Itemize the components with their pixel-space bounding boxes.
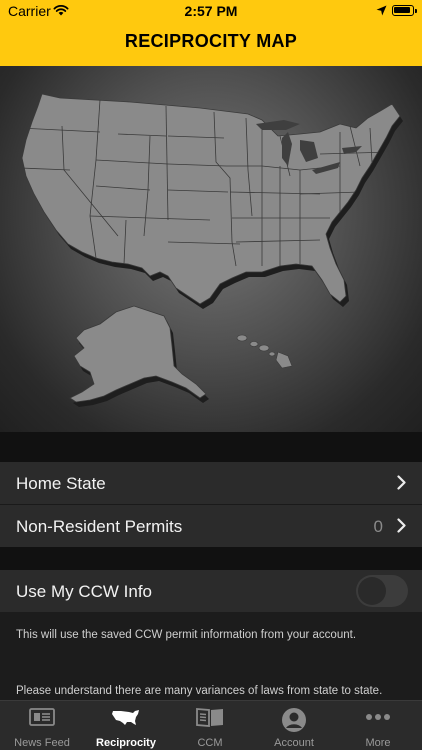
use-ccw-info-label: Use My CCW Info (16, 582, 153, 601)
variance-disclaimer: Please understand there are many varianc… (16, 685, 383, 697)
tab-ccm[interactable]: CCM (168, 701, 252, 750)
usa-map[interactable] (0, 66, 422, 432)
location-arrow-icon (376, 5, 387, 16)
non-resident-permits-row[interactable]: Non-Resident Permits 0 (0, 505, 422, 547)
section-gap (0, 432, 422, 462)
tab-news-feed-label: News Feed (14, 737, 70, 749)
hawaii[interactable] (236, 334, 293, 369)
ccw-info-description: This will use the saved CCW permit infor… (16, 629, 357, 641)
usa-map-icon (112, 710, 139, 725)
tab-reciprocity-label: Reciprocity (96, 737, 156, 749)
app-header: Carrier 2:57 PM RECIPROCITY MAP (0, 0, 422, 66)
clock: 2:57 PM (184, 3, 238, 19)
use-ccw-info-row: Use My CCW Info (0, 570, 422, 612)
tab-bar: News Feed Reciprocity CCM Account More (0, 700, 422, 750)
tab-ccm-label: CCM (197, 737, 223, 749)
page-title: RECIPROCITY MAP (124, 31, 298, 51)
user-avatar-icon (282, 708, 306, 732)
tab-more[interactable]: More (336, 701, 420, 750)
tab-news-feed[interactable]: News Feed (0, 701, 84, 750)
alaska[interactable] (69, 305, 207, 403)
non-resident-permits-label: Non-Resident Permits (16, 517, 183, 536)
info-section: This will use the saved CCW permit infor… (0, 612, 422, 700)
chevron-right-icon (397, 475, 406, 490)
magazine-icon (196, 708, 223, 727)
use-ccw-info-toggle[interactable] (356, 575, 408, 607)
non-resident-permits-count: 0 (373, 517, 383, 536)
status-bar: Carrier 2:57 PM (0, 0, 422, 22)
battery-icon (392, 5, 417, 16)
newspaper-icon (29, 708, 55, 726)
home-state-row[interactable]: Home State (0, 462, 422, 504)
tab-reciprocity[interactable]: Reciprocity (84, 701, 168, 750)
home-state-label: Home State (16, 474, 106, 493)
toggle-knob (358, 577, 386, 605)
section-gap (0, 547, 422, 570)
more-dots-icon (366, 714, 390, 720)
reciprocity-map[interactable] (0, 66, 422, 432)
tab-more-label: More (365, 737, 391, 749)
chevron-right-icon (397, 518, 406, 533)
contiguous-us[interactable] (21, 93, 401, 305)
tab-account[interactable]: Account (252, 701, 336, 750)
tab-account-label: Account (274, 737, 314, 749)
